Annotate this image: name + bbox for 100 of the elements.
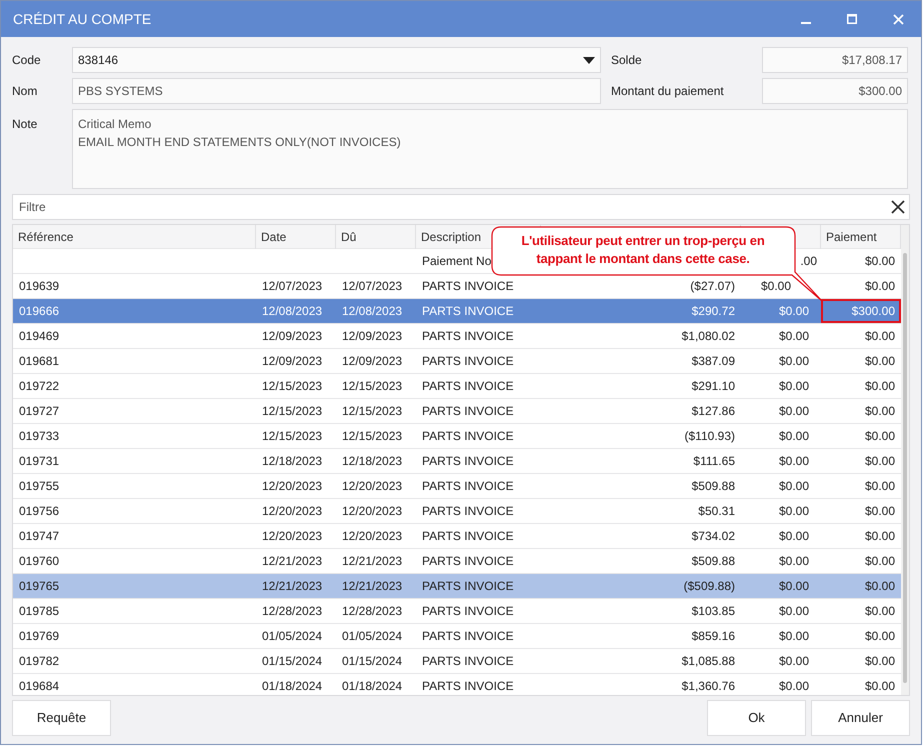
table-cell-text: 019684 (18, 678, 60, 695)
code-dropdown[interactable]: 838146 (72, 47, 601, 73)
table-cell-text: PARTS INVOICE (421, 278, 515, 295)
filter-field[interactable]: Filtre (12, 194, 910, 220)
table-cell-text: 12/09/2023 (261, 328, 324, 345)
table-cell-text: 12/09/2023 (341, 353, 404, 370)
column-header[interactable]: Paiement (826, 228, 877, 246)
query-button[interactable]: Requête (12, 700, 111, 736)
table-cell-text: PARTS INVOICE (421, 428, 515, 445)
table-row[interactable]: 019769 01/05/2024 01/05/2024 PARTS INVOICE $859.16 $0.00 $0.00 (13, 624, 901, 649)
table-row[interactable]: 019722 12/15/2023 12/15/2023 PARTS INVOICE $291.10 $0.00 $0.00 (13, 374, 901, 399)
table-cell-text: PARTS INVOICE (421, 503, 515, 520)
table-row[interactable]: 019765 12/21/2023 12/21/2023 PARTS INVOICE ($509.88) $0.00 $0.00 (13, 574, 901, 599)
table-cell-text: $509.88 (690, 553, 736, 570)
table-cell-text: $0.00 (864, 378, 896, 395)
table-cell-text: $734.02 (690, 528, 736, 545)
table-row[interactable]: 019747 12/20/2023 12/20/2023 PARTS INVOICE $734.02 $0.00 $0.00 (13, 524, 901, 549)
table-cell-text: $0.00 (864, 428, 896, 445)
table-cell-text: 12/21/2023 (341, 553, 404, 570)
table-cell-text: 12/15/2023 (341, 403, 404, 420)
table-row[interactable]: 019785 12/28/2023 12/28/2023 PARTS INVOICE $103.85 $0.00 $0.00 (13, 599, 901, 624)
table-cell-text: $0.00 (864, 578, 896, 595)
table-cell-text: $0.00 (778, 503, 810, 520)
table-cell-text: ($509.88) (682, 578, 736, 595)
table-row[interactable]: 019727 12/15/2023 12/15/2023 PARTS INVOICE $127.86 $0.00 $0.00 (13, 399, 901, 424)
table-cell-text: $103.85 (690, 603, 736, 620)
table-cell-text: 12/20/2023 (261, 528, 324, 545)
table-cell-text: PARTS INVOICE (421, 678, 515, 695)
table-cell-text: $0.00 (864, 628, 896, 645)
clear-icon[interactable] (891, 200, 905, 214)
payment-input[interactable]: $300.00 (821, 299, 901, 323)
table-cell-text: 12/09/2023 (261, 353, 324, 370)
table-cell-text: $0.00 (778, 328, 810, 345)
table-cell-text: $0.00 (778, 678, 810, 695)
scrollbar[interactable] (901, 225, 909, 695)
table-cell-text: 12/15/2023 (261, 378, 324, 395)
maximize-icon (847, 14, 857, 24)
table-cell-text: 12/28/2023 (261, 603, 324, 620)
table-row[interactable]: 019782 01/15/2024 01/15/2024 PARTS INVOICE $1,085.88 $0.00 $0.00 (13, 649, 901, 674)
table-cell-text: PARTS INVOICE (421, 478, 515, 495)
table-cell-text: 12/15/2023 (341, 378, 404, 395)
field-label: Code (12, 52, 42, 69)
table-cell-text: 12/15/2023 (341, 428, 404, 445)
table-row[interactable]: 019755 12/20/2023 12/20/2023 PARTS INVOICE $509.88 $0.00 $0.00 (13, 474, 901, 499)
table-cell-text: $0.00 (778, 653, 810, 670)
table-cell-text: $0.00 (778, 303, 810, 320)
table-cell-text: 12/20/2023 (341, 503, 404, 520)
table-cell-text: 019785 (18, 603, 60, 620)
column-header[interactable]: Dû (341, 228, 356, 246)
table-cell-text: 019727 (18, 403, 60, 420)
table-cell-text: PARTS INVOICE (421, 603, 515, 620)
table-cell-text: $111.65 (692, 453, 736, 470)
window-title: CRÉDIT AU COMPTE (13, 10, 152, 28)
caret-icon (583, 56, 595, 64)
table-cell-text: 12/07/2023 (341, 278, 404, 295)
column-header[interactable]: Description (421, 228, 482, 246)
table-cell-text: $0.00 (778, 353, 810, 370)
table-cell-text: 12/21/2023 (341, 578, 404, 595)
table-cell-text: 12/28/2023 (341, 603, 404, 620)
table-cell-text: PARTS INVOICE (421, 453, 515, 470)
table-cell-text: 019666 (18, 303, 60, 320)
table-cell-text: 12/20/2023 (261, 478, 324, 495)
table-cell-text: 12/08/2023 (341, 303, 404, 320)
table-cell-text: ($27.07) (689, 278, 736, 295)
table-cell-text: $0.00 (778, 553, 810, 570)
table-cell-text: PARTS INVOICE (421, 403, 515, 420)
table-cell-text: $0.00 (864, 453, 896, 470)
table-cell-text: $0.00 (864, 478, 896, 495)
table-cell-text: 12/20/2023 (341, 528, 404, 545)
table-cell-text: $50.31 (697, 503, 736, 520)
table-cell-text: $0.00 (778, 428, 810, 445)
note-line: EMAIL MONTH END STATEMENTS ONLY(NOT INVOICES) (78, 134, 401, 151)
table-cell-text: 12/18/2023 (341, 453, 404, 470)
table-cell-text: 12/20/2023 (341, 478, 404, 495)
table-cell-text: $0.00 (864, 678, 896, 695)
table-cell-text: PARTS INVOICE (421, 628, 515, 645)
table-cell-text: 019469 (18, 328, 60, 345)
table-row[interactable]: 019733 12/15/2023 12/15/2023 PARTS INVOICE ($110.93) $0.00 $0.00 (13, 424, 901, 449)
table-cell-text: $0.00 (864, 253, 896, 270)
table-cell-text: $0.00 (864, 403, 896, 420)
table-row[interactable]: 019666 12/08/2023 12/08/2023 PARTS INVOICE $290.72 $0.00 $300.00 (13, 299, 901, 324)
table-row[interactable]: 019756 12/20/2023 12/20/2023 PARTS INVOICE $50.31 $0.00 $0.00 (13, 499, 901, 524)
table-cell-text: 019733 (18, 428, 60, 445)
table-cell-text: ($110.93) (684, 428, 736, 445)
table-row[interactable]: 019731 12/18/2023 12/18/2023 PARTS INVOICE $111.65 $0.00 $0.00 (13, 449, 901, 474)
table-cell-text: $127.86 (690, 403, 736, 420)
table-cell-text: $0.00 (778, 453, 810, 470)
table-cell-text: 01/05/2024 (261, 628, 324, 645)
table-cell-text: PARTS INVOICE (421, 653, 515, 670)
ok-button[interactable]: Ok (707, 700, 806, 736)
table-cell-text: PARTS INVOICE (421, 528, 515, 545)
column-header[interactable]: Date (261, 228, 286, 246)
table-cell-text: $1,080.02 (680, 328, 736, 345)
table-cell-text: 12/07/2023 (261, 278, 324, 295)
table-row[interactable]: 019469 12/09/2023 12/09/2023 PARTS INVOICE $1,080.02 $0.00 $0.00 (13, 324, 901, 349)
note-line: Critical Memo (78, 116, 152, 133)
cancel-button[interactable]: Annuler (811, 700, 910, 736)
table-cell-text: $387.09 (690, 353, 736, 370)
table-row[interactable]: 019681 12/09/2023 12/09/2023 PARTS INVOICE $387.09 $0.00 $0.00 (13, 349, 901, 374)
column-header[interactable]: Référence (18, 228, 74, 246)
